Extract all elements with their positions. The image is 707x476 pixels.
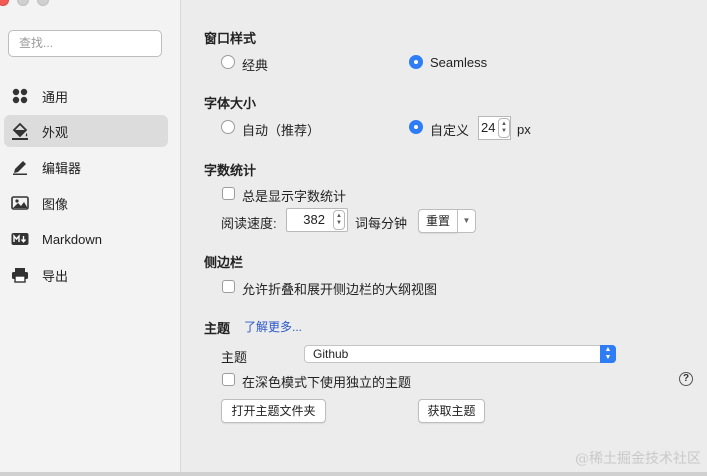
theme-select[interactable]: Github ▲ ▼ <box>304 345 616 363</box>
sidebar-item-export[interactable]: 导出 <box>4 259 168 291</box>
sidebar-item-label: 通用 <box>42 89 69 105</box>
allow-fold-outline-label: 允许折叠和展开侧边栏的大纲视图 <box>242 282 438 297</box>
printer-icon <box>10 265 30 285</box>
font-size-stepper[interactable]: ▲ ▼ <box>498 118 510 138</box>
dark-mode-theme-label: 在深色模式下使用独立的主题 <box>242 375 412 390</box>
sidebar-item-label: 编辑器 <box>42 160 82 176</box>
sidebar: 查找... 通用 外观 编辑器 图像 Markdown 导出 <box>0 0 181 472</box>
font-size-value: 24 <box>481 120 496 135</box>
stepper-up-icon: ▲ <box>336 213 342 219</box>
watermark: @稀土掘金技术社区 <box>575 451 701 467</box>
allow-fold-outline-checkbox[interactable] <box>222 280 235 293</box>
reading-speed-unit: 词每分钟 <box>355 216 408 231</box>
grid-icon <box>10 86 30 106</box>
stepper-up-icon: ▲ <box>501 121 507 127</box>
paint-bucket-icon <box>10 121 30 141</box>
reset-dropdown-button[interactable]: ▼ <box>458 209 476 233</box>
sidebar-item-appearance[interactable]: 外观 <box>4 115 168 147</box>
window-bottom-edge <box>0 472 707 476</box>
reading-speed-value: 382 <box>303 212 325 227</box>
window-style-classic-label: 经典 <box>242 58 269 73</box>
sidebar-item-label: 导出 <box>42 268 69 284</box>
sidebar-item-markdown[interactable]: Markdown <box>4 223 168 255</box>
window-style-classic-radio[interactable] <box>221 55 235 69</box>
markdown-icon <box>10 229 30 249</box>
preferences-window: 查找... 通用 外观 编辑器 图像 Markdown 导出 窗口样式 经典 S… <box>0 0 707 476</box>
appearance-panel: 窗口样式 经典 Seamless 字体大小 自动（推荐） 自定义 24 ▲ ▼ … <box>182 0 707 472</box>
learn-more-link[interactable]: 了解更多... <box>244 318 302 335</box>
image-icon <box>10 193 30 213</box>
theme-label: 主题 <box>221 350 248 365</box>
open-theme-folder-button[interactable]: 打开主题文件夹 <box>221 399 326 423</box>
font-size-unit: px <box>517 122 531 137</box>
theme-select-value: Github <box>313 347 349 361</box>
window-style-seamless-label: Seamless <box>430 55 488 70</box>
reset-button[interactable]: 重置 <box>418 209 458 233</box>
font-size-auto-radio[interactable] <box>221 120 235 134</box>
search-input[interactable]: 查找... <box>8 30 162 57</box>
reading-speed-stepper[interactable]: ▲ ▼ <box>333 210 345 230</box>
font-size-title: 字体大小 <box>204 96 257 111</box>
zoom-window-button[interactable] <box>37 0 49 6</box>
pencil-icon <box>10 157 30 177</box>
sidebar-item-general[interactable]: 通用 <box>4 80 168 112</box>
window-style-title: 窗口样式 <box>204 31 257 46</box>
stepper-down-icon: ▼ <box>501 128 507 134</box>
word-count-title: 字数统计 <box>204 163 257 178</box>
sidebar-item-label: 外观 <box>42 124 69 140</box>
font-size-auto-label: 自动（推荐） <box>242 123 321 138</box>
window-style-seamless-radio[interactable] <box>409 55 423 69</box>
always-show-word-count-checkbox[interactable] <box>222 187 235 200</box>
sidebar-section-title: 侧边栏 <box>204 255 244 270</box>
select-arrows-icon: ▲ ▼ <box>600 345 616 363</box>
font-size-custom-label: 自定义 <box>430 123 470 138</box>
theme-title: 主题 <box>204 321 231 336</box>
sidebar-item-label: 图像 <box>42 196 69 212</box>
dark-mode-theme-checkbox[interactable] <box>222 373 235 386</box>
sidebar-item-editor[interactable]: 编辑器 <box>4 151 168 183</box>
always-show-word-count-label: 总是显示字数统计 <box>242 189 347 204</box>
minimize-window-button[interactable] <box>17 0 29 6</box>
font-size-custom-radio[interactable] <box>409 120 423 134</box>
sidebar-item-image[interactable]: 图像 <box>4 187 168 219</box>
close-window-button[interactable] <box>0 0 9 6</box>
sidebar-item-label: Markdown <box>42 231 102 247</box>
chevron-down-icon: ▼ <box>462 216 471 225</box>
help-icon[interactable]: ? <box>679 372 693 386</box>
stepper-down-icon: ▼ <box>336 220 342 226</box>
get-themes-button[interactable]: 获取主题 <box>418 399 485 423</box>
reading-speed-label: 阅读速度: <box>221 216 277 231</box>
